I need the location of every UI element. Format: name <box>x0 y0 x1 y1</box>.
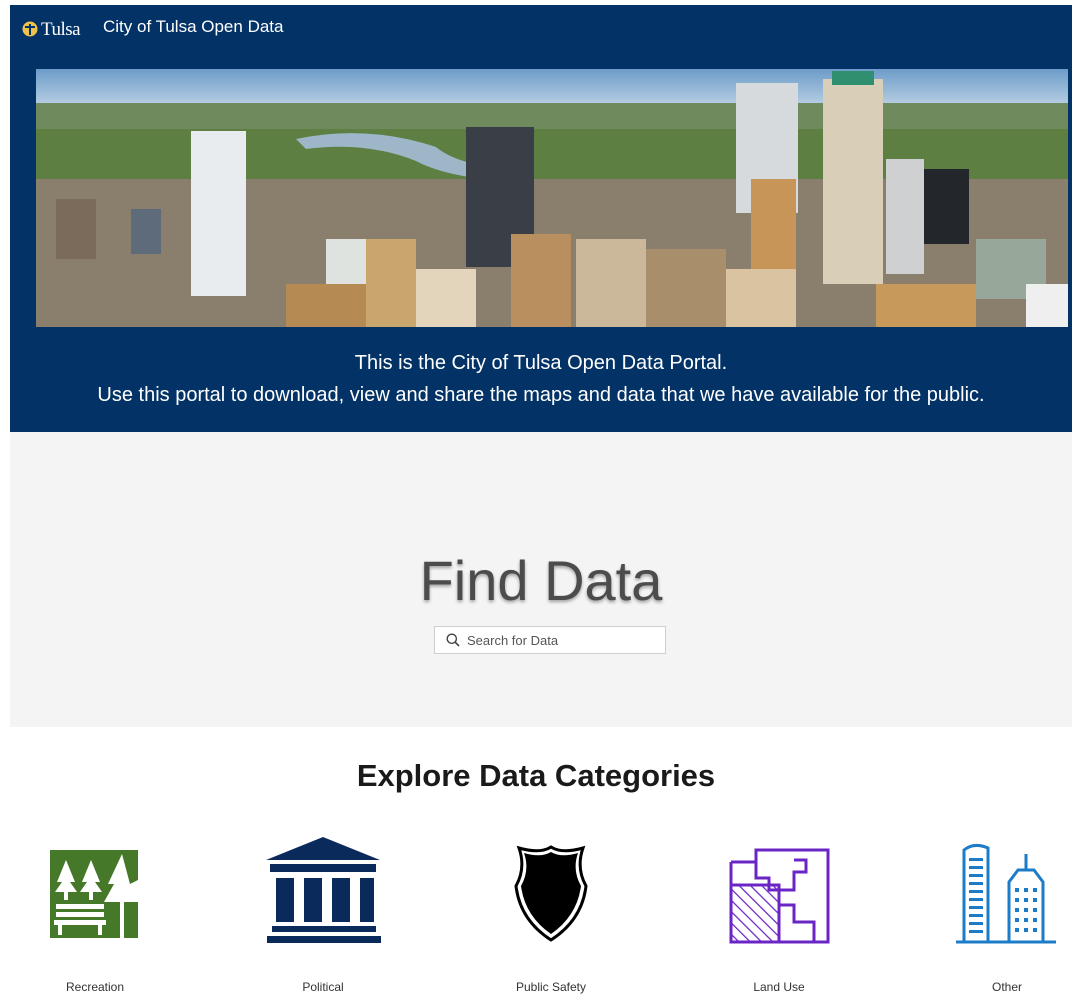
skyscrapers-icon <box>956 843 1056 944</box>
hero-skyline-image <box>36 69 1068 327</box>
find-data-heading: Find Data <box>419 549 663 612</box>
search-box[interactable] <box>434 626 666 654</box>
search-input[interactable] <box>467 632 657 648</box>
intro-text: This is the City of Tulsa Open Data Port… <box>10 347 1072 411</box>
police-badge-icon <box>514 845 588 942</box>
park-bench-trees-icon <box>50 850 138 938</box>
logo-wordmark: Tulsa <box>41 18 81 40</box>
site-title[interactable]: City of Tulsa Open Data <box>103 17 283 37</box>
category-land-use[interactable]: Land Use <box>694 830 864 1000</box>
search-icon <box>446 633 460 647</box>
intro-line-2: Use this portal to download, view and sh… <box>97 384 985 406</box>
category-label: Land Use <box>753 980 805 994</box>
category-label: Other <box>991 980 1022 994</box>
government-building-icon <box>266 837 381 943</box>
city-seal-icon <box>22 21 38 37</box>
category-political[interactable]: Political <box>238 830 408 1000</box>
find-data-section: Find Data <box>10 432 1072 727</box>
category-recreation[interactable]: Recreation <box>10 830 180 1000</box>
home-link[interactable]: Tulsa <box>22 11 81 47</box>
category-label: Public Safety <box>515 980 587 994</box>
intro-line-1: This is the City of Tulsa Open Data Port… <box>354 352 728 374</box>
parcel-map-icon <box>729 848 830 944</box>
category-label: Political <box>302 980 344 994</box>
city-logo: Tulsa <box>22 18 81 40</box>
site-header: Tulsa City of Tulsa Open Data This is th… <box>10 5 1072 432</box>
category-label: Recreation <box>65 980 125 994</box>
category-other[interactable]: Other <box>922 830 1072 1000</box>
category-public-safety[interactable]: Public Safety <box>466 830 636 1000</box>
categories-heading: Explore Data Categories <box>356 758 716 793</box>
